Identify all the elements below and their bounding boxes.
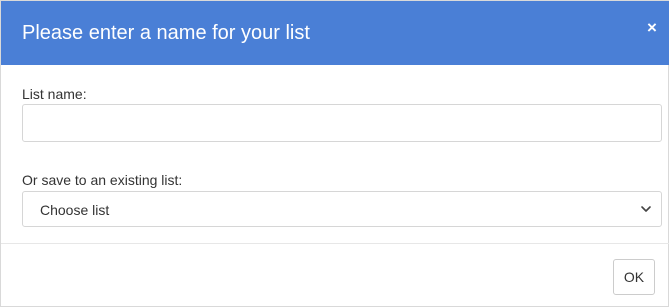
existing-list-select[interactable]: Choose list bbox=[22, 191, 662, 227]
ok-button[interactable]: OK bbox=[613, 259, 655, 295]
existing-list-label: Or save to an existing list: bbox=[22, 172, 183, 188]
list-name-label: List name: bbox=[22, 86, 87, 102]
footer-divider bbox=[1, 243, 669, 244]
save-list-dialog: Please enter a name for your list × List… bbox=[0, 0, 669, 307]
chevron-down-icon bbox=[641, 206, 651, 212]
list-name-input[interactable] bbox=[22, 104, 662, 142]
dialog-title: Please enter a name for your list bbox=[22, 22, 310, 44]
existing-list-selected-value: Choose list bbox=[40, 202, 110, 218]
dialog-header: Please enter a name for your list × bbox=[1, 1, 669, 65]
close-icon[interactable]: × bbox=[643, 17, 661, 39]
